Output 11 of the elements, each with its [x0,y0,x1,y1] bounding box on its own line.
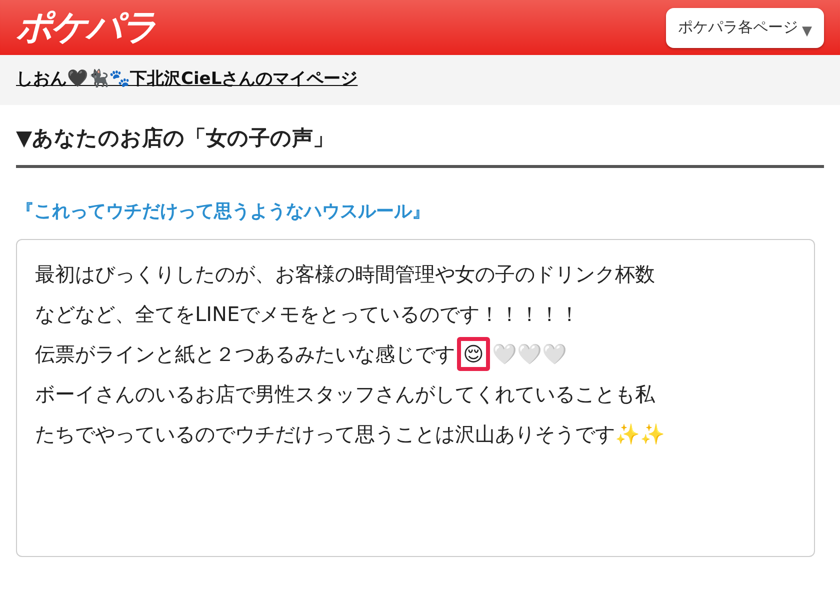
answer-line: ボーイさんのいるお店で男性スタッフさんがしてくれていることも私 [35,380,655,408]
highlighted-emoji: 😌 [457,336,490,370]
section-heading: ▼あなたのお店の「女の子の声」 [16,123,824,168]
emoji-text: 🤍🤍🤍 [492,340,567,368]
answer-line: などなど、全てをLINEでメモをとっているのです！！！！！ [35,300,580,328]
site-logo[interactable]: ポケパラ [16,10,156,46]
answer-line: 最初はびっくりしたのが、お客様の時間管理や女の子のドリンク杯数 [35,260,655,288]
answer-line: 伝票がラインと紙と２つあるみたいな感じです [35,340,455,368]
question-heading: 『これってウチだけって思うようなハウスルール』 [16,200,431,224]
page-menu-button[interactable]: ポケパラ各ページ $_{▼}$ [666,8,824,48]
answer-line: たちでやっているのでウチだけって思うことは沢山ありそうです✨✨ [35,420,665,448]
